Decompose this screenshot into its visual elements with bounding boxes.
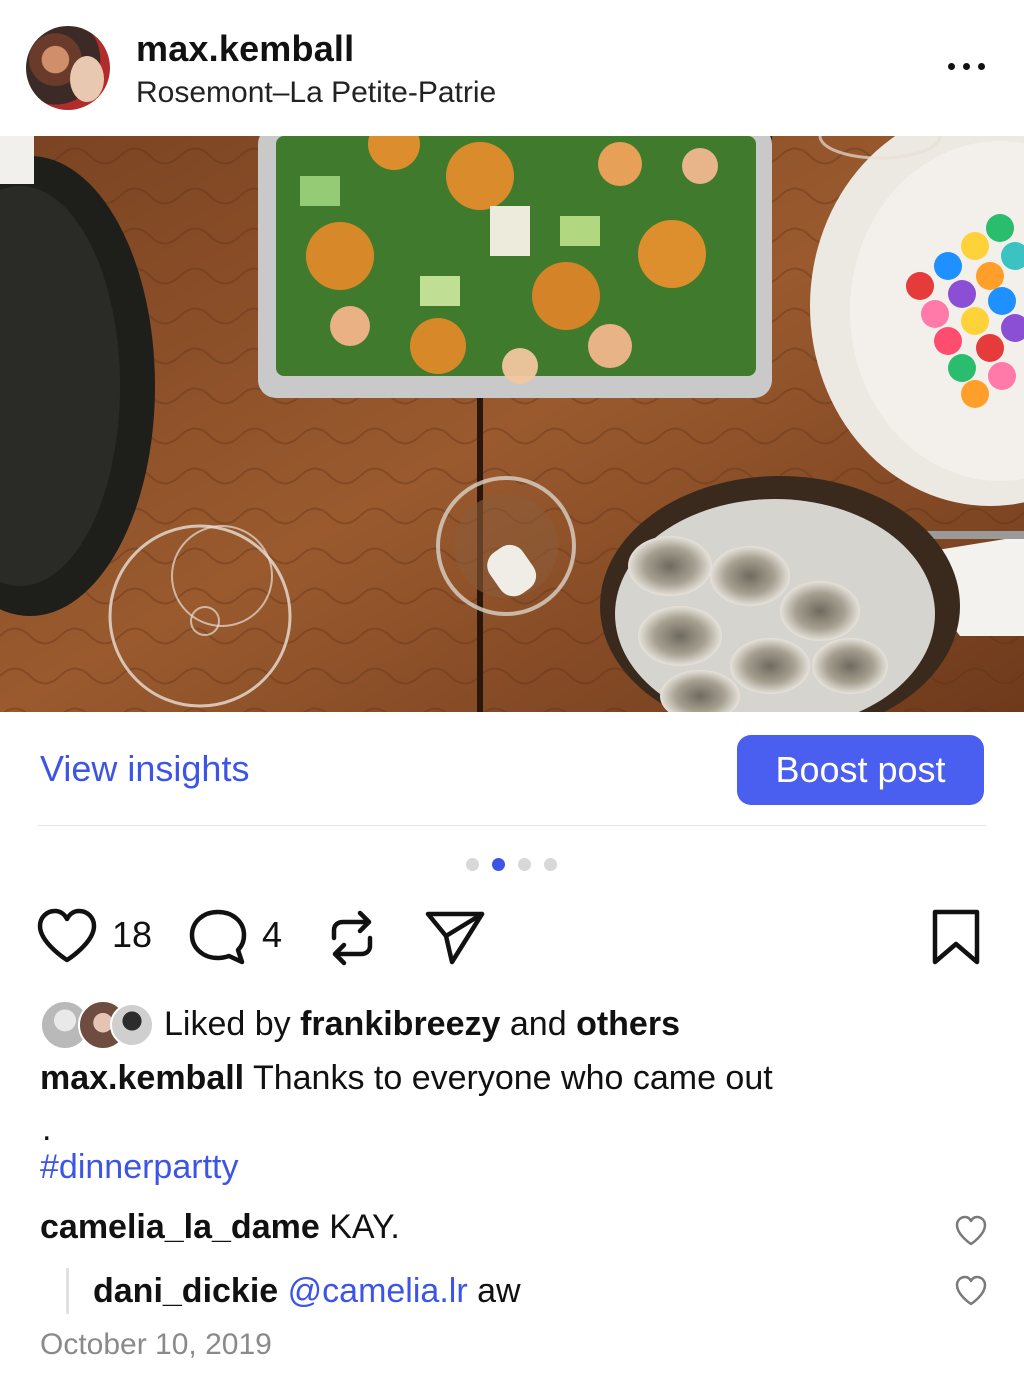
comment-reply: dani_dickie @camelia.lr aw: [66, 1268, 521, 1314]
caption-username[interactable]: max.kemball: [40, 1059, 244, 1097]
insights-row: View insights Boost post: [0, 712, 1024, 828]
post-location[interactable]: Rosemont–La Petite-Patrie: [136, 76, 496, 110]
action-bar: 18 4: [0, 896, 1024, 976]
caption-text: Thanks to everyone who came out: [252, 1059, 773, 1097]
likes-count[interactable]: 18: [112, 914, 152, 956]
carousel-dot: [544, 858, 557, 871]
likes-summary[interactable]: Liked by frankibreezy and others: [40, 998, 680, 1050]
carousel-dot: [466, 858, 479, 871]
divider: [38, 825, 986, 826]
dinner-table-photo: [0, 136, 1024, 712]
likes-joiner: and: [509, 1004, 567, 1043]
liker-avatars: [40, 998, 160, 1050]
post-username[interactable]: max.kemball: [136, 28, 354, 70]
caption-dot: .: [42, 1110, 52, 1148]
likes-others-link[interactable]: others: [576, 1005, 680, 1043]
carousel-dot-active: [492, 858, 505, 871]
post-date: October 10, 2019: [40, 1328, 272, 1361]
comment-text: KAY.: [329, 1208, 400, 1246]
comment-icon[interactable]: [188, 908, 248, 966]
likes-prefix: Liked by: [164, 1004, 291, 1043]
comment: camelia_la_dame KAY.: [40, 1208, 400, 1247]
boost-post-button[interactable]: Boost post: [737, 735, 984, 805]
bookmark-icon[interactable]: [930, 908, 982, 966]
reply-username[interactable]: dani_dickie: [93, 1272, 278, 1310]
share-send-icon[interactable]: [424, 908, 486, 966]
comment-username[interactable]: camelia_la_dame: [40, 1208, 320, 1246]
reply-text: aw: [477, 1272, 521, 1310]
post-caption: max.kemball Thanks to everyone who came …: [40, 1055, 773, 1101]
carousel-dot: [518, 858, 531, 871]
more-horizontal-icon: [947, 62, 955, 70]
liker-username[interactable]: frankibreezy: [300, 1005, 500, 1043]
reply-mention[interactable]: @camelia.lr: [288, 1272, 468, 1310]
comments-count[interactable]: 4: [262, 914, 282, 956]
reply-like-heart-icon[interactable]: [954, 1274, 988, 1308]
likes-text: Liked by frankibreezy and others: [164, 1005, 680, 1044]
avatar: [110, 1003, 154, 1047]
view-insights-link[interactable]: View insights: [40, 748, 249, 790]
post-photo[interactable]: [0, 136, 1024, 712]
profile-avatar[interactable]: [26, 26, 110, 110]
carousel-indicator: [466, 858, 570, 871]
hashtag-link[interactable]: #dinnerpartty: [40, 1148, 238, 1187]
post-header: max.kemball Rosemont–La Petite-Patrie: [0, 0, 1024, 136]
like-heart-icon[interactable]: [36, 908, 98, 964]
comment-like-heart-icon[interactable]: [954, 1214, 988, 1248]
repost-icon[interactable]: [324, 908, 380, 968]
more-options-button[interactable]: [936, 46, 996, 86]
